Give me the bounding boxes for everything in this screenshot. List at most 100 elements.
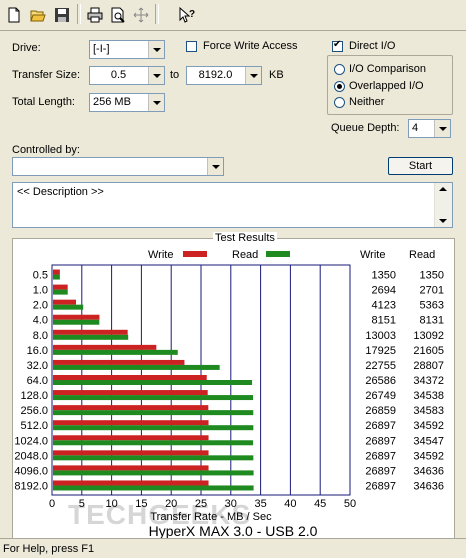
- category-label: 1.0: [33, 285, 48, 297]
- x-tick-label: 15: [135, 498, 147, 510]
- scroll-up-icon[interactable]: [439, 187, 447, 191]
- chevron-down-icon[interactable]: [434, 120, 450, 137]
- read-bar: [53, 380, 253, 385]
- x-tick-label: 5: [79, 498, 85, 510]
- x-tick-label: 25: [195, 498, 207, 510]
- controlled-by-select[interactable]: [12, 157, 224, 176]
- drive-label: Drive:: [12, 42, 41, 54]
- category-label: 16.0: [27, 345, 48, 357]
- category-label: 0.5: [33, 270, 48, 282]
- transfer-size-from-value: 0.5: [110, 69, 127, 81]
- transfer-size-to-value: 8192.0: [198, 69, 233, 81]
- read-bar: [53, 485, 254, 491]
- neither-label: Neither: [349, 96, 385, 108]
- read-bar: [53, 410, 254, 416]
- category-label: 1024.0: [14, 435, 48, 447]
- write-value-label: 26586: [365, 375, 396, 387]
- write-bar: [53, 314, 100, 320]
- print-icon[interactable]: [84, 4, 106, 26]
- scroll-down-icon[interactable]: [439, 219, 447, 223]
- write-value-label: 1350: [372, 270, 396, 282]
- read-value-label: 34583: [413, 405, 444, 417]
- write-bar: [53, 299, 76, 305]
- x-tick-label: 20: [165, 498, 177, 510]
- total-length-select[interactable]: 256 MB: [89, 93, 165, 112]
- write-bar: [53, 329, 128, 335]
- write-bar: [53, 450, 209, 456]
- read-bar: [53, 349, 178, 355]
- col-read-header: Read: [409, 249, 435, 261]
- write-bar: [53, 420, 209, 426]
- new-icon[interactable]: [3, 4, 25, 26]
- x-tick-label: 0: [49, 498, 55, 510]
- read-value-label: 34636: [413, 465, 444, 477]
- write-value-label: 22755: [365, 360, 396, 372]
- overlapped-io-radio[interactable]: [334, 81, 345, 92]
- svg-text:?: ?: [189, 9, 195, 20]
- read-bar: [53, 304, 84, 310]
- help-pointer-icon[interactable]: ?: [176, 4, 198, 26]
- chevron-down-icon[interactable]: [148, 94, 164, 111]
- queue-depth-value: 4: [412, 122, 419, 134]
- chart-caption: HyperX MAX 3.0 - USB 2.0: [148, 523, 318, 539]
- chevron-down-icon[interactable]: [245, 67, 261, 84]
- overlapped-io-label: Overlapped I/O: [349, 80, 424, 92]
- read-bar: [53, 470, 254, 476]
- write-value-label: 26897: [365, 450, 396, 462]
- status-bar: For Help, press F1: [0, 538, 466, 558]
- read-bar: [53, 334, 129, 340]
- chevron-down-icon[interactable]: [148, 41, 164, 58]
- write-value-label: 4123: [372, 300, 396, 312]
- read-bar: [53, 455, 254, 461]
- category-label: 512.0: [20, 420, 48, 432]
- read-value-label: 34547: [413, 435, 444, 447]
- description-box[interactable]: << Description >>: [12, 182, 453, 228]
- write-bar: [53, 375, 207, 380]
- description-text: << Description >>: [17, 186, 104, 198]
- category-label: 32.0: [27, 360, 48, 372]
- total-length-value: 256 MB: [93, 96, 131, 108]
- description-scrollbar[interactable]: [434, 183, 452, 227]
- read-value-label: 1350: [420, 270, 444, 282]
- force-write-access-checkbox[interactable]: [186, 41, 197, 52]
- direct-io-label: Direct I/O: [349, 40, 396, 52]
- print-preview-icon[interactable]: [107, 4, 129, 26]
- total-length-label: Total Length:: [12, 96, 75, 108]
- col-write-header: Write: [360, 249, 385, 261]
- transfer-size-to-select[interactable]: 8192.0: [186, 66, 262, 85]
- io-comparison-radio[interactable]: [334, 64, 345, 75]
- read-value-label: 5363: [420, 300, 444, 312]
- write-value-label: 8151: [372, 315, 396, 327]
- chevron-down-icon[interactable]: [207, 158, 223, 175]
- open-icon[interactable]: [27, 4, 49, 26]
- direct-io-checkbox[interactable]: [332, 39, 343, 52]
- legend-write-label: Write: [148, 249, 173, 261]
- write-value-label: 17925: [365, 345, 396, 357]
- read-value-label: 28807: [413, 360, 444, 372]
- read-value-label: 13092: [413, 330, 444, 342]
- move-icon[interactable]: [130, 4, 152, 26]
- queue-depth-select[interactable]: 4: [408, 119, 451, 138]
- legend-read-label: Read: [232, 249, 258, 261]
- write-bar: [53, 359, 185, 365]
- x-tick-label: 10: [105, 498, 117, 510]
- save-icon[interactable]: [51, 4, 73, 26]
- neither-radio[interactable]: [334, 97, 345, 108]
- write-value-label: 26859: [365, 405, 396, 417]
- write-bar: [53, 284, 68, 290]
- chevron-down-icon[interactable]: [148, 67, 164, 84]
- start-button[interactable]: Start: [388, 157, 453, 175]
- legend-write-swatch: [183, 251, 207, 257]
- category-label: 128.0: [20, 390, 48, 402]
- transfer-size-from-select[interactable]: 0.5: [89, 66, 165, 85]
- category-label: 64.0: [27, 375, 48, 387]
- read-bar: [53, 289, 68, 295]
- read-value-label: 34372: [413, 375, 444, 387]
- force-write-access-label: Force Write Access: [203, 40, 298, 52]
- write-bar: [53, 269, 60, 275]
- drive-select[interactable]: [-I-]: [89, 40, 165, 59]
- read-value-label: 21605: [413, 345, 444, 357]
- kb-label: KB: [269, 69, 284, 81]
- read-value-label: 34592: [413, 420, 444, 432]
- read-bar: [53, 319, 100, 325]
